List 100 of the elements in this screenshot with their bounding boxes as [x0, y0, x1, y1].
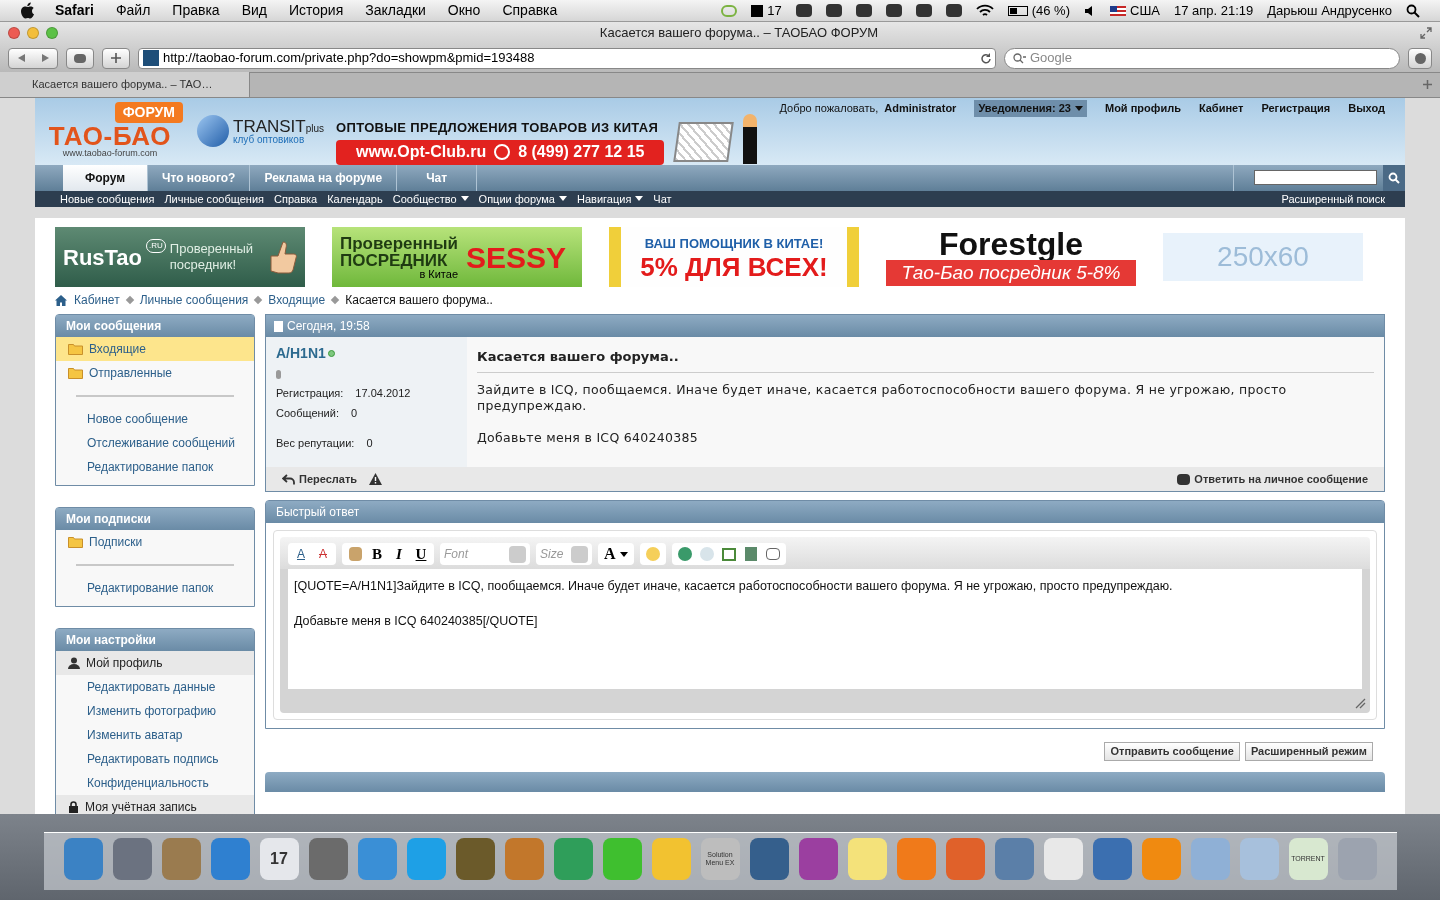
leaf-icon[interactable]	[721, 4, 738, 17]
helper-banner[interactable]: ВАШ ПОМОЩНИК В КИТАЕ! 5% ДЛЯ ВСЕХ!	[609, 227, 859, 287]
header-link[interactable]: Выход	[1348, 99, 1385, 117]
apple-icon[interactable]	[20, 2, 35, 19]
folder-link[interactable]: Отправленные	[56, 361, 254, 385]
promo-banner[interactable]: www.Opt-Club.ru 8 (499) 277 12 15	[336, 139, 665, 165]
input-source[interactable]: США	[1110, 0, 1160, 21]
folder-link[interactable]: Подписки	[56, 530, 254, 554]
dock-app-icon[interactable]	[161, 838, 201, 880]
dock-app-icon[interactable]	[749, 838, 789, 880]
dock-app-icon[interactable]	[1043, 838, 1083, 880]
dock-app-icon[interactable]	[455, 838, 495, 880]
breadcrumb-link[interactable]: Личные сообщения	[139, 291, 249, 309]
fullscreen-icon[interactable]	[1420, 27, 1432, 39]
breadcrumb-current[interactable]: Касается вашего форума..	[345, 291, 493, 309]
form-button[interactable]: Расширенный режим	[1244, 742, 1373, 761]
dock-app-icon[interactable]	[308, 838, 348, 880]
sidebar-link[interactable]: Редактировать подпись	[56, 747, 254, 771]
reload-icon[interactable]	[980, 52, 991, 64]
message-textarea[interactable]: [QUOTE=A/H1N1]Зайдите в ICQ, пообщаемся. Иначе будет иначе, касается работоспособности вашего форума. Я не угрожаю, просто предупреждаю. Добавьте меня в ICQ 640240385[/QUOTE]	[280, 569, 1370, 689]
back-forward-buttons[interactable]	[8, 47, 58, 69]
sidebar-link[interactable]: Изменить аватар	[56, 723, 254, 747]
search-field[interactable]: Google	[1004, 47, 1400, 69]
notifications-menu[interactable]: Уведомления: 23	[974, 99, 1087, 117]
search-button[interactable]	[1383, 164, 1405, 191]
breadcrumb-link[interactable]: Входящие	[268, 291, 326, 309]
sidebar-link[interactable]: Редактирование папок	[56, 576, 254, 600]
address-field[interactable]: http://taobao-forum.com/private.php?do=showpm&pmid=193488	[138, 47, 996, 69]
forward-link[interactable]: Переслать	[282, 470, 358, 488]
dock-app-icon[interactable]: 17	[259, 838, 299, 880]
sub-nav-link[interactable]: Личные сообщения	[164, 190, 264, 207]
warning-icon[interactable]	[369, 473, 383, 485]
forum-search-field[interactable]	[1254, 170, 1377, 185]
username-link[interactable]: Administrator	[884, 99, 957, 117]
sidebar-section[interactable]: Мой профиль	[56, 651, 254, 675]
dock-app-icon[interactable]	[945, 838, 985, 880]
dock-app-icon[interactable]	[798, 838, 838, 880]
sub-nav-link[interactable]: Опции форума	[478, 190, 567, 207]
dock-app-icon[interactable]	[357, 838, 397, 880]
menu-extra-icon[interactable]	[795, 4, 812, 17]
menu-item[interactable]: Вид	[241, 0, 267, 21]
breadcrumb-link[interactable]: Кабинет	[74, 291, 120, 309]
add-button[interactable]	[102, 47, 130, 69]
dock-app-icon[interactable]	[504, 838, 544, 880]
status-text[interactable]: Дарьюш Андрусенко	[1267, 0, 1392, 21]
battery-status[interactable]: (46 %)	[1007, 0, 1070, 21]
header-link[interactable]: Кабинет	[1198, 99, 1244, 117]
status-text[interactable]: 17 апр. 21:19	[1174, 0, 1254, 21]
dock-app-icon[interactable]	[553, 838, 593, 880]
sidebar-link[interactable]: Редактирование папок	[56, 455, 254, 479]
sub-nav-link[interactable]: Справка	[274, 190, 318, 207]
author-name[interactable]: A/H1N1	[276, 343, 326, 364]
menu-extra-icon[interactable]	[945, 4, 962, 17]
window-control-button[interactable]	[8, 27, 20, 39]
menu-item[interactable]: Файл	[115, 0, 151, 21]
sub-nav-link[interactable]: Новые сообщения	[60, 190, 155, 207]
sub-nav-link[interactable]: Сообщество	[392, 190, 469, 207]
clear-format-button[interactable]: A	[312, 543, 334, 565]
bold-button[interactable]: B	[366, 543, 388, 565]
advanced-search-link[interactable]: Расширенный поиск	[1281, 190, 1385, 207]
menu-item[interactable]: История	[288, 0, 344, 21]
window-control-button[interactable]	[46, 27, 58, 39]
menu-item[interactable]: Справка	[502, 0, 558, 21]
dock-app-icon[interactable]	[112, 838, 152, 880]
dock-app-icon[interactable]	[210, 838, 250, 880]
sidebar-link[interactable]: Конфиденциальность	[56, 771, 254, 795]
menu-extra-icon[interactable]	[855, 4, 872, 17]
header-link[interactable]: Регистрация	[1261, 99, 1331, 117]
nav-tab[interactable]: Форум	[63, 164, 148, 191]
search-icon[interactable]	[1406, 3, 1420, 18]
sub-nav-link[interactable]: Чат	[653, 190, 672, 207]
rustao-banner[interactable]: RusTao .RU Проверенный посредник!	[55, 227, 305, 287]
new-tab-button[interactable]	[1423, 80, 1432, 89]
sub-nav-link[interactable]: Навигация	[577, 190, 644, 207]
sidebar-section[interactable]: Моя учётная запись	[56, 795, 254, 814]
header-link[interactable]: Мой профиль	[1105, 99, 1181, 117]
dock-app-icon[interactable]	[1092, 838, 1132, 880]
dock-app-icon[interactable]	[63, 838, 103, 880]
sidebar-link[interactable]: Отслеживание сообщений	[56, 431, 254, 455]
home-icon[interactable]	[55, 294, 67, 306]
browser-tab[interactable]: Касается вашего форума.. – TAO…	[0, 72, 250, 97]
wifi-icon[interactable]	[975, 4, 994, 17]
form-button[interactable]: Отправить сообщение	[1104, 742, 1240, 761]
menu-item[interactable]: Закладки	[365, 0, 426, 21]
menu-item[interactable]: Правка	[172, 0, 220, 21]
menu-extra-icon[interactable]	[885, 4, 902, 17]
folder-link[interactable]: Входящие	[56, 337, 254, 361]
menu-extra-icon[interactable]	[915, 4, 932, 17]
dock-app-icon[interactable]	[847, 838, 887, 880]
menu-item[interactable]: Окно	[447, 0, 481, 21]
sidebar-link[interactable]: Новое сообщение	[56, 407, 254, 431]
menu-extra-icon[interactable]	[825, 4, 842, 17]
adobe-status[interactable]: 17	[751, 0, 782, 21]
italic-button[interactable]: I	[388, 543, 410, 565]
sub-nav-link[interactable]: Календарь	[327, 190, 383, 207]
remove-format-button[interactable]: A	[290, 543, 312, 565]
sidebar-link[interactable]: Изменить фотографию	[56, 699, 254, 723]
resize-handle-icon[interactable]	[1355, 698, 1366, 709]
camera-button[interactable]	[66, 47, 94, 69]
window-control-button[interactable]	[27, 27, 39, 39]
